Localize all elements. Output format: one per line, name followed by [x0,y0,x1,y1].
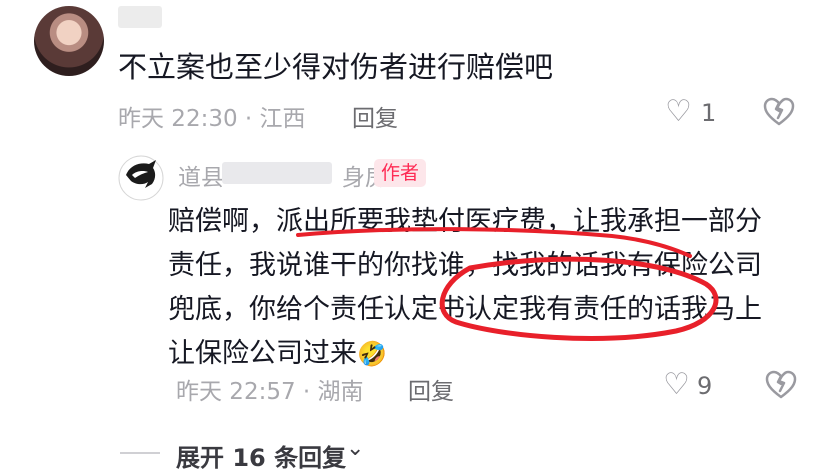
like-count: 9 [697,372,713,400]
like-count: 1 [701,99,717,127]
expand-divider [120,452,160,454]
reply-button[interactable]: 回复 [408,372,454,406]
reply-meta: 昨天 22:57 · 湖南 [176,379,364,405]
reply-button[interactable]: 回复 [352,99,398,133]
username-redaction [222,162,332,184]
broken-heart-icon[interactable] [763,97,795,131]
heart-icon[interactable]: ♡ [663,370,690,400]
comment-text: 不立案也至少得对伤者进行赔偿吧 [118,50,554,84]
broken-heart-icon[interactable] [765,370,797,404]
heart-icon[interactable]: ♡ [665,97,692,127]
author-badge: 作者 [374,159,427,187]
chevron-down-icon[interactable]: ⌄ [346,436,364,461]
author-avatar[interactable] [118,155,164,201]
laughing-emoji-icon: 🤣 [357,340,387,368]
reply-text: 赔偿啊，派出所要我垫付医疗费，让我承担一部分责任，我说谁干的你找谁，找我的话我有… [168,206,762,369]
avatar[interactable] [34,6,104,76]
username-blurred[interactable] [118,6,162,28]
comment-meta: 昨天 22:30 · 江西 [118,106,306,132]
expand-replies-button[interactable]: 展开 16 条回复 [176,438,346,473]
